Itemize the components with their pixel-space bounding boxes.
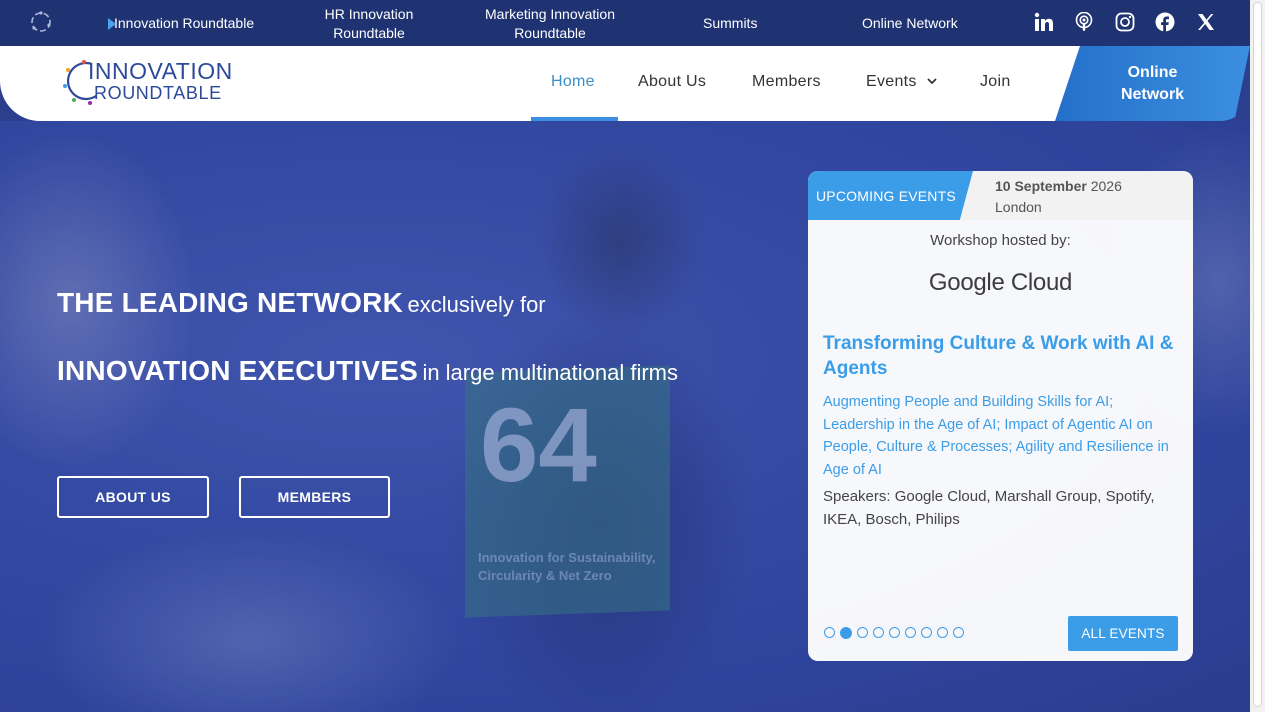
top-link-label: Roundtable bbox=[514, 25, 586, 41]
top-link-summits[interactable]: Summits bbox=[703, 14, 757, 33]
carousel-dot[interactable] bbox=[889, 627, 900, 638]
top-link-label: Roundtable bbox=[333, 25, 405, 41]
hero-headline-rest: exclusively for bbox=[407, 292, 546, 317]
carousel-dot[interactable] bbox=[840, 627, 852, 639]
members-button[interactable]: MEMBERS bbox=[239, 476, 390, 518]
carousel-dot[interactable] bbox=[921, 627, 932, 638]
main-header: INNOVATION ROUNDTABLE Home About Us Memb… bbox=[0, 46, 1250, 121]
hero-headline-rest: in large multinational firms bbox=[422, 360, 678, 385]
top-link-label: HR Innovation bbox=[324, 6, 414, 22]
logo-line1: INNOVATION bbox=[88, 58, 233, 84]
carousel-dot[interactable] bbox=[937, 627, 948, 638]
scrollbar-thumb[interactable] bbox=[1253, 2, 1262, 707]
logo-line2: ROUNDTABLE bbox=[94, 83, 222, 103]
event-title[interactable]: Transforming Culture & Work with AI & Ag… bbox=[823, 331, 1178, 381]
site-logo[interactable]: INNOVATION ROUNDTABLE bbox=[88, 60, 233, 104]
sponsor-logo: Google Cloud bbox=[928, 269, 1073, 296]
hero-headline-bold: INNOVATION EXECUTIVES bbox=[57, 355, 418, 386]
event-date-day: 10 September bbox=[995, 178, 1087, 194]
roundtable-emblem-icon[interactable] bbox=[28, 9, 54, 35]
nav-events-label: Events bbox=[866, 73, 917, 90]
instagram-icon[interactable] bbox=[1115, 12, 1135, 32]
all-events-button[interactable]: ALL EVENTS bbox=[1068, 616, 1178, 651]
nav-events[interactable]: Events bbox=[866, 73, 938, 91]
online-network-label: Online bbox=[1127, 64, 1178, 81]
carousel-dot[interactable] bbox=[953, 627, 964, 638]
top-link-innovation-roundtable[interactable]: Innovation Roundtable bbox=[107, 14, 254, 33]
x-icon[interactable] bbox=[1196, 12, 1216, 32]
carousel-dot[interactable] bbox=[857, 627, 868, 638]
nav-about-us[interactable]: About Us bbox=[638, 73, 706, 91]
nav-join[interactable]: Join bbox=[980, 73, 1011, 91]
top-link-hr-innovation-roundtable[interactable]: HR Innovation Roundtable bbox=[314, 5, 424, 43]
nav-active-indicator bbox=[531, 117, 618, 121]
event-speakers: Speakers: Google Cloud, Marshall Group, … bbox=[823, 488, 1155, 528]
event-date-year: 2026 bbox=[1090, 178, 1122, 194]
top-link-online-network[interactable]: Online Network bbox=[862, 14, 958, 33]
event-description: Augmenting People and Building Skills fo… bbox=[823, 394, 1169, 478]
chevron-down-icon bbox=[927, 78, 938, 85]
event-location: London bbox=[995, 199, 1042, 215]
nav-home[interactable]: Home bbox=[551, 73, 595, 91]
carousel-dot[interactable] bbox=[824, 627, 835, 638]
carousel-dots bbox=[824, 627, 964, 639]
upcoming-events-tag: UPCOMING EVENTS bbox=[808, 171, 973, 220]
hero-headline-line2: INNOVATION EXECUTIVES in large multinati… bbox=[57, 355, 678, 387]
carousel-dot[interactable] bbox=[905, 627, 916, 638]
nav-members[interactable]: Members bbox=[752, 73, 821, 91]
top-link-marketing-innovation-roundtable[interactable]: Marketing Innovation Roundtable bbox=[480, 5, 620, 43]
online-network-label: Network bbox=[1120, 86, 1185, 103]
event-date: 10 September 2026 London bbox=[995, 176, 1122, 218]
event-host-label: Workshop hosted by: bbox=[930, 232, 1071, 249]
upcoming-event-card: UPCOMING EVENTS 10 September 2026 London… bbox=[808, 171, 1193, 661]
hero-headline-line1: THE LEADING NETWORK exclusively for bbox=[57, 287, 546, 319]
facebook-icon[interactable] bbox=[1155, 12, 1175, 32]
carousel-dot[interactable] bbox=[873, 627, 884, 638]
podcast-icon[interactable] bbox=[1074, 12, 1094, 32]
linkedin-icon[interactable] bbox=[1034, 12, 1054, 32]
hero-headline-bold: THE LEADING NETWORK bbox=[57, 287, 404, 318]
top-link-label: Marketing Innovation bbox=[485, 6, 615, 22]
top-bar: Innovation Roundtable HR Innovation Roun… bbox=[0, 0, 1250, 46]
online-network-button[interactable]: Online Network bbox=[1085, 62, 1220, 106]
about-us-button[interactable]: ABOUT US bbox=[57, 476, 209, 518]
